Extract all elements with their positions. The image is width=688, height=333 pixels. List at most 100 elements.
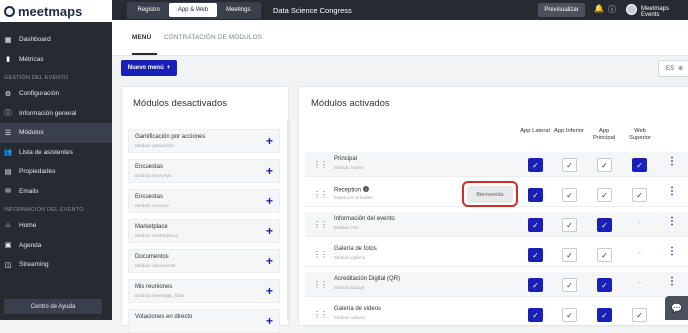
preview-button[interactable]: Previsualizar <box>538 3 585 17</box>
scrollbar[interactable] <box>287 120 290 320</box>
event-title: Data Science Congress <box>272 5 352 15</box>
visibility-checkbox[interactable]: ✓ <box>528 278 543 292</box>
sidebar-item-dashboard[interactable]: ▦ Dashboard <box>0 30 112 50</box>
drag-handle-icon[interactable]: ⋮⋮ <box>313 220 328 229</box>
sidebar-item-home[interactable]: ⌂ Home <box>0 216 112 236</box>
module-name: Reception i <box>334 186 370 194</box>
more-options-icon[interactable]: ⋮ <box>667 277 677 287</box>
module-sub: Módulo marketplace <box>135 234 179 239</box>
plus-icon[interactable]: + <box>266 254 273 268</box>
chat-icon[interactable]: 💬 <box>665 296 688 320</box>
visibility-checkbox[interactable]: ✓ <box>597 188 612 202</box>
inactive-module-item[interactable]: Encuestas Módulo surveys + <box>128 189 280 213</box>
drag-handle-icon[interactable]: ⋮⋮ <box>313 160 328 169</box>
sidebar-item-modulos[interactable]: ☰ Módulos <box>0 123 112 143</box>
module-name: Información del evento <box>334 216 395 222</box>
sidebar-item-label: Emails <box>19 187 39 195</box>
more-options-icon[interactable]: ⋮ <box>667 157 677 167</box>
visibility-checkbox[interactable]: ✓ <box>597 158 612 172</box>
sidebar-item-asistentes[interactable]: 👥 Lista de asistentes <box>0 143 112 163</box>
bell-icon[interactable]: 🔔 <box>594 4 604 13</box>
module-sub: Módulo badge <box>334 286 365 291</box>
tab-bar: MENÚ CONTRATACIÓN DE MÓDULOS <box>112 20 688 56</box>
sidebar-item-propiedades[interactable]: ▤ Propiedades <box>0 162 112 182</box>
module-name: Encuestas <box>135 194 164 200</box>
active-module-row[interactable]: ⋮⋮ Acreditación Digital (QR) Módulo badge ✓… <box>305 272 688 297</box>
drag-handle-icon[interactable]: ⋮⋮ <box>313 250 328 259</box>
tab-contratacion[interactable]: CONTRATACIÓN DE MÓDULOS <box>164 34 262 41</box>
active-module-row[interactable]: ⋮⋮ Principal Módulo home ✓ ✓ ✓ ✓ ⋮ <box>305 152 688 177</box>
module-name-text: Galería de videos <box>334 306 382 312</box>
top-bar: Registro App & Web Meetings Data Science… <box>112 0 688 20</box>
module-name: Mis reuniones <box>135 284 173 290</box>
inactive-module-item[interactable]: Encuestas Módulo esurveys + <box>128 159 280 183</box>
visibility-checkbox[interactable]: ✓ <box>632 158 647 172</box>
dashboard-icon: ▦ <box>4 36 12 44</box>
sidebar-item-label: Streaming <box>19 261 49 269</box>
module-name: Documentos <box>135 254 169 260</box>
visibility-checkbox[interactable]: ✓ <box>528 158 543 172</box>
visibility-checkbox[interactable]: ✓ <box>597 218 612 232</box>
inactive-module-item[interactable]: Documentos Módulo documents + <box>128 249 280 273</box>
sidebar-item-emails[interactable]: ✉ Emails <box>0 182 112 202</box>
drag-handle-icon[interactable]: ⋮⋮ <box>313 190 328 199</box>
unavailable-dash: - <box>638 280 641 287</box>
visibility-checkbox[interactable]: ✓ <box>562 248 577 262</box>
active-module-row[interactable]: ⋮⋮Galería de videosMódulo videos✓✓✓✓⋮ <box>305 302 688 327</box>
more-options-icon[interactable]: ⋮ <box>667 187 677 197</box>
sidebar-item-label: Lista de asistentes <box>19 148 73 156</box>
user-name[interactable]: Meetmaps Events <box>641 6 688 18</box>
active-module-row[interactable]: ⋮⋮ Galería de fotos Módulo gallery ✓ ✓ ✓ - ⋮ <box>305 242 688 267</box>
plus-icon[interactable]: + <box>266 314 273 328</box>
more-options-icon[interactable]: ⋮ <box>667 217 677 227</box>
avatar[interactable] <box>626 4 637 15</box>
module-name-text: Reception <box>334 187 362 194</box>
more-options-icon[interactable]: ⋮ <box>667 247 677 257</box>
segment-registro[interactable]: Registro <box>129 3 169 17</box>
visibility-checkbox[interactable]: ✓ <box>632 188 647 202</box>
info-icon[interactable]: i <box>363 186 370 192</box>
segment-meetings[interactable]: Meetings <box>217 3 259 17</box>
sidebar-item-label: Módulos <box>19 129 44 137</box>
plus-icon[interactable]: + <box>266 284 273 298</box>
highlight-ring <box>462 181 518 207</box>
chart-icon: ▮ <box>6 56 10 64</box>
active-module-row[interactable]: ⋮⋮ Información del evento Módulo info ✓ ✓ ✓ - ⋮ <box>305 212 688 237</box>
section-informacion: INFORMACIÓN DEL EVENTO <box>4 206 84 213</box>
meetmaps-logo[interactable]: meetmaps <box>0 0 112 22</box>
visibility-checkbox[interactable]: ✓ <box>562 278 577 292</box>
new-menu-button[interactable]: Nuevo menú + <box>121 60 177 76</box>
drag-handle-icon[interactable]: ⋮⋮ <box>313 280 328 289</box>
module-name: Principal <box>334 156 357 162</box>
visibility-checkbox[interactable]: ✓ <box>528 248 543 262</box>
sidebar-item-streaming[interactable]: ◫ Streaming <box>0 255 112 275</box>
sidebar-item-agenda[interactable]: ▣ Agenda <box>0 236 112 256</box>
plus-icon[interactable]: + <box>266 134 273 148</box>
visibility-checkbox[interactable]: ✓ <box>597 278 612 292</box>
tab-menu[interactable]: MENÚ <box>132 34 151 41</box>
help-center-button[interactable]: Centro de Ayuda <box>4 299 102 314</box>
drag-handle-icon[interactable]: ⋮⋮ <box>313 310 328 319</box>
visibility-checkbox[interactable]: ✓ <box>562 218 577 232</box>
properties-icon: ▤ <box>4 168 12 176</box>
inactive-module-item[interactable]: Marketplace Módulo marketplace + <box>128 219 280 243</box>
module-name-text: Acreditación Digital (QR) <box>334 276 401 282</box>
visibility-checkbox[interactable]: ✓ <box>528 188 543 202</box>
sidebar-item-configuracion[interactable]: ⚙ Configuración <box>0 84 112 104</box>
segment-app-web[interactable]: App & Web <box>168 3 218 17</box>
language-select[interactable]: ES ⊕ <box>658 60 688 77</box>
visibility-checkbox[interactable]: ✓ <box>528 218 543 232</box>
inactive-module-item[interactable]: Mis reuniones Módulo meetings_slots + <box>128 279 280 303</box>
visibility-checkbox[interactable]: ✓ <box>597 248 612 262</box>
plus-icon[interactable]: + <box>266 224 273 238</box>
visibility-checkbox[interactable]: ✓ <box>562 188 577 202</box>
sidebar-item-informacion[interactable]: ⓘ Información general <box>0 104 112 124</box>
plus-icon[interactable]: + <box>266 164 273 178</box>
inactive-module-item[interactable]: Gamificación por acciones Módulo gamacti… <box>128 129 280 153</box>
inactive-module-item[interactable]: Votaciones en directo + <box>128 309 280 333</box>
sidebar-item-metricas[interactable]: ▮ Métricas <box>0 50 112 70</box>
plus-icon[interactable]: + <box>266 194 273 208</box>
visibility-checkbox[interactable]: ✓ <box>562 158 577 172</box>
mail-icon: ✉ <box>5 188 11 196</box>
info-icon[interactable]: ⓘ <box>608 4 616 15</box>
